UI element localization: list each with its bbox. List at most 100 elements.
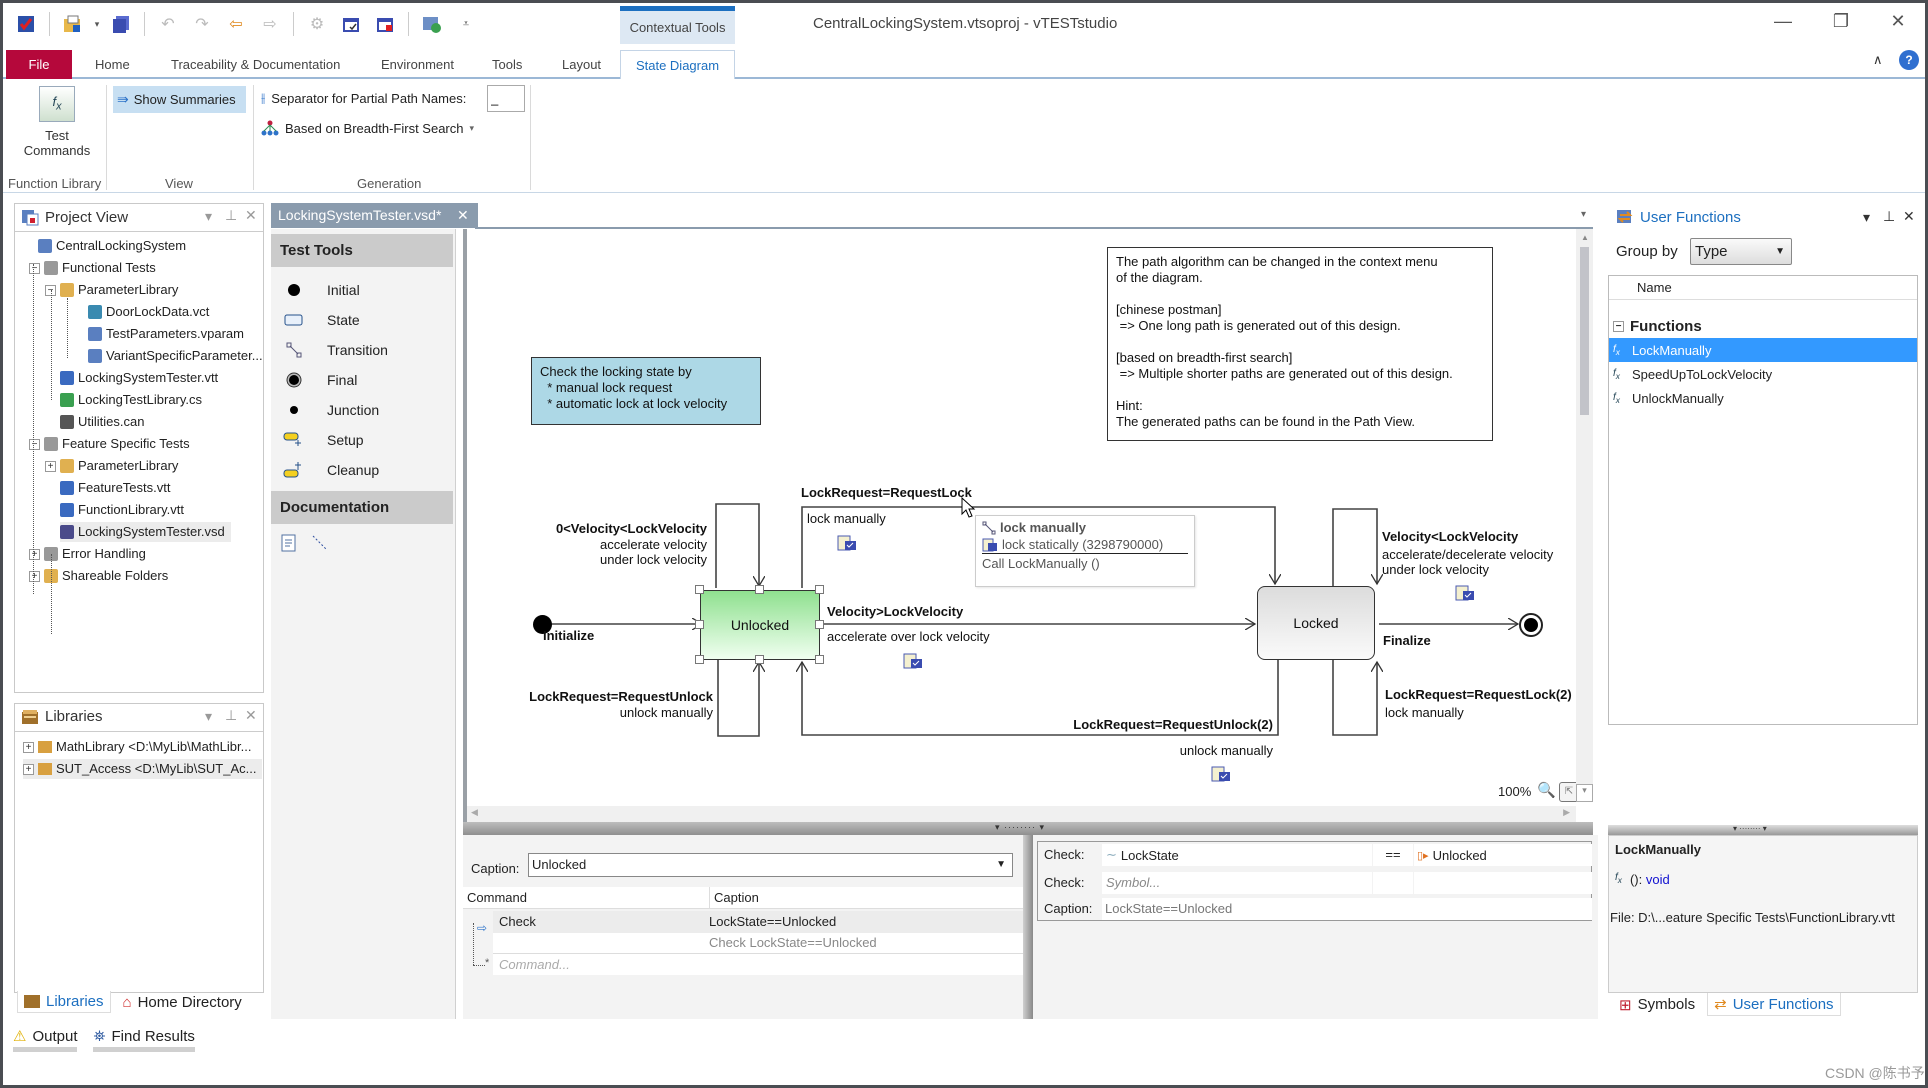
new-command-row[interactable]: Command... xyxy=(493,953,1023,975)
undo-icon[interactable]: ↶ xyxy=(153,10,183,38)
project-tree-item[interactable]: Utilities.can xyxy=(60,412,144,432)
navigate-back-icon[interactable]: ⇦ xyxy=(221,10,251,38)
test-commands-button[interactable]: fx Test Commands xyxy=(19,86,95,158)
vertical-splitter[interactable] xyxy=(1023,835,1033,1019)
tab-find-results[interactable]: ⛯ Find Results xyxy=(93,1028,195,1052)
note-path-algorithm[interactable]: The path algorithm can be changed in the… xyxy=(1107,247,1493,441)
label-velocity-over-guard[interactable]: Velocity>LockVelocity xyxy=(827,604,963,619)
command-row[interactable]: Check LockState==Unlocked xyxy=(493,911,1023,933)
close-panel-button[interactable]: ✕ xyxy=(245,707,257,724)
expand-icon[interactable]: + xyxy=(29,570,40,582)
project-tree-item[interactable]: VariantSpecificParameter... xyxy=(88,346,263,366)
tab-file[interactable]: File xyxy=(6,50,72,79)
close-button[interactable]: ✕ xyxy=(1878,11,1918,32)
generate-all-icon[interactable] xyxy=(370,10,400,38)
resize-handle[interactable] xyxy=(815,585,824,594)
label-lock-request-guard[interactable]: LockRequest=RequestLock xyxy=(801,485,972,500)
expand-icon[interactable]: + xyxy=(29,548,40,560)
note-link-tool-icon[interactable] xyxy=(311,534,329,555)
check-operator-empty[interactable] xyxy=(1373,872,1413,894)
pin-button[interactable]: ⊥ xyxy=(1883,208,1895,225)
tab-tools[interactable]: Tools xyxy=(478,50,536,79)
caption-cell[interactable]: LockState==Unlocked xyxy=(709,911,836,933)
project-tree-item[interactable]: LockingSystemTester.vtt xyxy=(60,368,218,388)
panel-menu-button[interactable]: ▾ xyxy=(205,708,212,725)
dropdown-arrow-icon[interactable]: ▾ xyxy=(92,10,102,38)
note-tool-icon[interactable] xyxy=(281,534,297,555)
navigate-forward-icon[interactable]: ⇨ xyxy=(255,10,285,38)
project-tree-item[interactable]: − ParameterLibrary xyxy=(45,280,178,300)
scroll-options-button[interactable]: ▾ xyxy=(1576,784,1593,802)
check-symbol-input[interactable]: Symbol... xyxy=(1102,872,1372,894)
toolbox-splitter[interactable] xyxy=(455,229,463,1019)
tab-traceability-documentation[interactable]: Traceability & Documentation xyxy=(157,50,354,79)
help-button[interactable]: ? xyxy=(1899,50,1919,70)
customize-toolbar-icon[interactable]: ⩡ xyxy=(451,10,481,38)
command-cell[interactable]: Check xyxy=(499,911,536,933)
column-name[interactable]: Name xyxy=(1637,280,1672,295)
state-locked[interactable]: Locked xyxy=(1257,586,1375,660)
panel-menu-button[interactable]: ▾ xyxy=(1863,209,1870,226)
user-function-item[interactable]: fx UnlockManually xyxy=(1609,386,1917,410)
note-locking-state[interactable]: Check the locking state by * manual lock… xyxy=(531,357,761,425)
state-diagram-canvas[interactable]: Check the locking state by * manual lock… xyxy=(463,229,1593,822)
state-unlocked[interactable]: Unlocked xyxy=(700,590,820,660)
label-self-unlocked-guard[interactable]: 0<Velocity<LockVelocity xyxy=(507,521,707,536)
project-tree-item[interactable]: + Error Handling xyxy=(29,544,146,564)
tab-output[interactable]: ⚠ Output xyxy=(13,1027,78,1052)
expand-icon[interactable]: + xyxy=(23,763,34,775)
check-symbol-field[interactable]: ∼ LockState xyxy=(1102,844,1372,866)
check-operator[interactable]: == xyxy=(1373,844,1413,866)
horizontal-splitter[interactable]: ▾ ········ ▾ xyxy=(463,822,1593,835)
tool-state[interactable]: State xyxy=(283,307,360,333)
pin-button[interactable]: ⊥ xyxy=(225,207,237,224)
project-tree-item[interactable]: FeatureTests.vtt xyxy=(60,478,170,498)
tool-final[interactable]: Final xyxy=(283,367,357,393)
dropdown-arrow-icon[interactable]: ▼ xyxy=(996,854,1006,876)
project-tree-item[interactable]: + Shareable Folders xyxy=(29,566,168,586)
diagram-vertical-scrollbar[interactable]: ▲ xyxy=(1576,229,1593,794)
tool-transition[interactable]: Transition xyxy=(283,337,388,363)
tab-home[interactable]: Home xyxy=(81,50,144,79)
caption-combobox[interactable]: Unlocked ▼ xyxy=(528,853,1013,877)
resize-handle[interactable] xyxy=(815,620,824,629)
label-unlock-request-guard[interactable]: LockRequest=RequestUnlock xyxy=(487,689,713,704)
library-item[interactable]: + MathLibrary <D:\MyLib\MathLibr... xyxy=(23,737,251,757)
resize-handle[interactable] xyxy=(815,655,824,664)
project-tree-item[interactable]: CentralLockingSystem xyxy=(38,236,186,256)
document-list-dropdown[interactable]: ▾ xyxy=(1581,209,1586,220)
project-tree-item[interactable]: LockingTestLibrary.cs xyxy=(60,390,202,410)
app-logo-icon[interactable] xyxy=(11,10,41,38)
resize-handle[interactable] xyxy=(695,585,704,594)
user-function-item[interactable]: fx SpeedUpToLockVelocity xyxy=(1609,362,1917,386)
resize-handle[interactable] xyxy=(755,585,764,594)
project-tree-item[interactable]: FunctionLibrary.vtt xyxy=(60,500,184,520)
document-tab[interactable]: LockingSystemTester.vsd* ✕ xyxy=(271,203,478,228)
tab-environment[interactable]: Environment xyxy=(367,50,468,79)
check-value-field[interactable]: ▯▸ Unlocked xyxy=(1414,844,1592,866)
save-all-icon[interactable] xyxy=(106,10,136,38)
show-summaries-toggle[interactable]: ⇛ Show Summaries xyxy=(113,86,246,113)
open-project-icon[interactable] xyxy=(58,10,88,38)
label-initialize[interactable]: Initialize xyxy=(543,628,594,643)
scrollbar-thumb[interactable] xyxy=(1580,247,1589,415)
check-value-empty[interactable] xyxy=(1414,872,1592,894)
generate-icon[interactable] xyxy=(336,10,366,38)
tab-layout[interactable]: Layout xyxy=(548,50,615,79)
resize-handle[interactable] xyxy=(695,655,704,664)
tool-setup[interactable]: Setup xyxy=(283,427,364,453)
collapse-ribbon-button[interactable]: ∧ xyxy=(1873,52,1883,68)
restore-button[interactable]: ❐ xyxy=(1821,11,1861,32)
project-tree-item[interactable]: − Feature Specific Tests xyxy=(29,434,190,454)
project-tree-item[interactable]: TestParameters.vparam xyxy=(88,324,244,344)
resize-handle[interactable] xyxy=(755,655,764,664)
tool-junction[interactable]: Junction xyxy=(283,397,379,423)
test-tools-header[interactable]: Test Tools xyxy=(271,234,453,267)
project-tree-item[interactable]: LockingSystemTester.vsd xyxy=(60,522,231,542)
expand-icon[interactable]: + xyxy=(23,741,34,753)
tool-cleanup[interactable]: Cleanup xyxy=(283,457,379,483)
collapse-icon[interactable]: − xyxy=(1613,321,1624,332)
tab-libraries[interactable]: Libraries xyxy=(17,991,111,1013)
close-panel-button[interactable]: ✕ xyxy=(245,207,257,224)
pin-button[interactable]: ⊥ xyxy=(225,707,237,724)
